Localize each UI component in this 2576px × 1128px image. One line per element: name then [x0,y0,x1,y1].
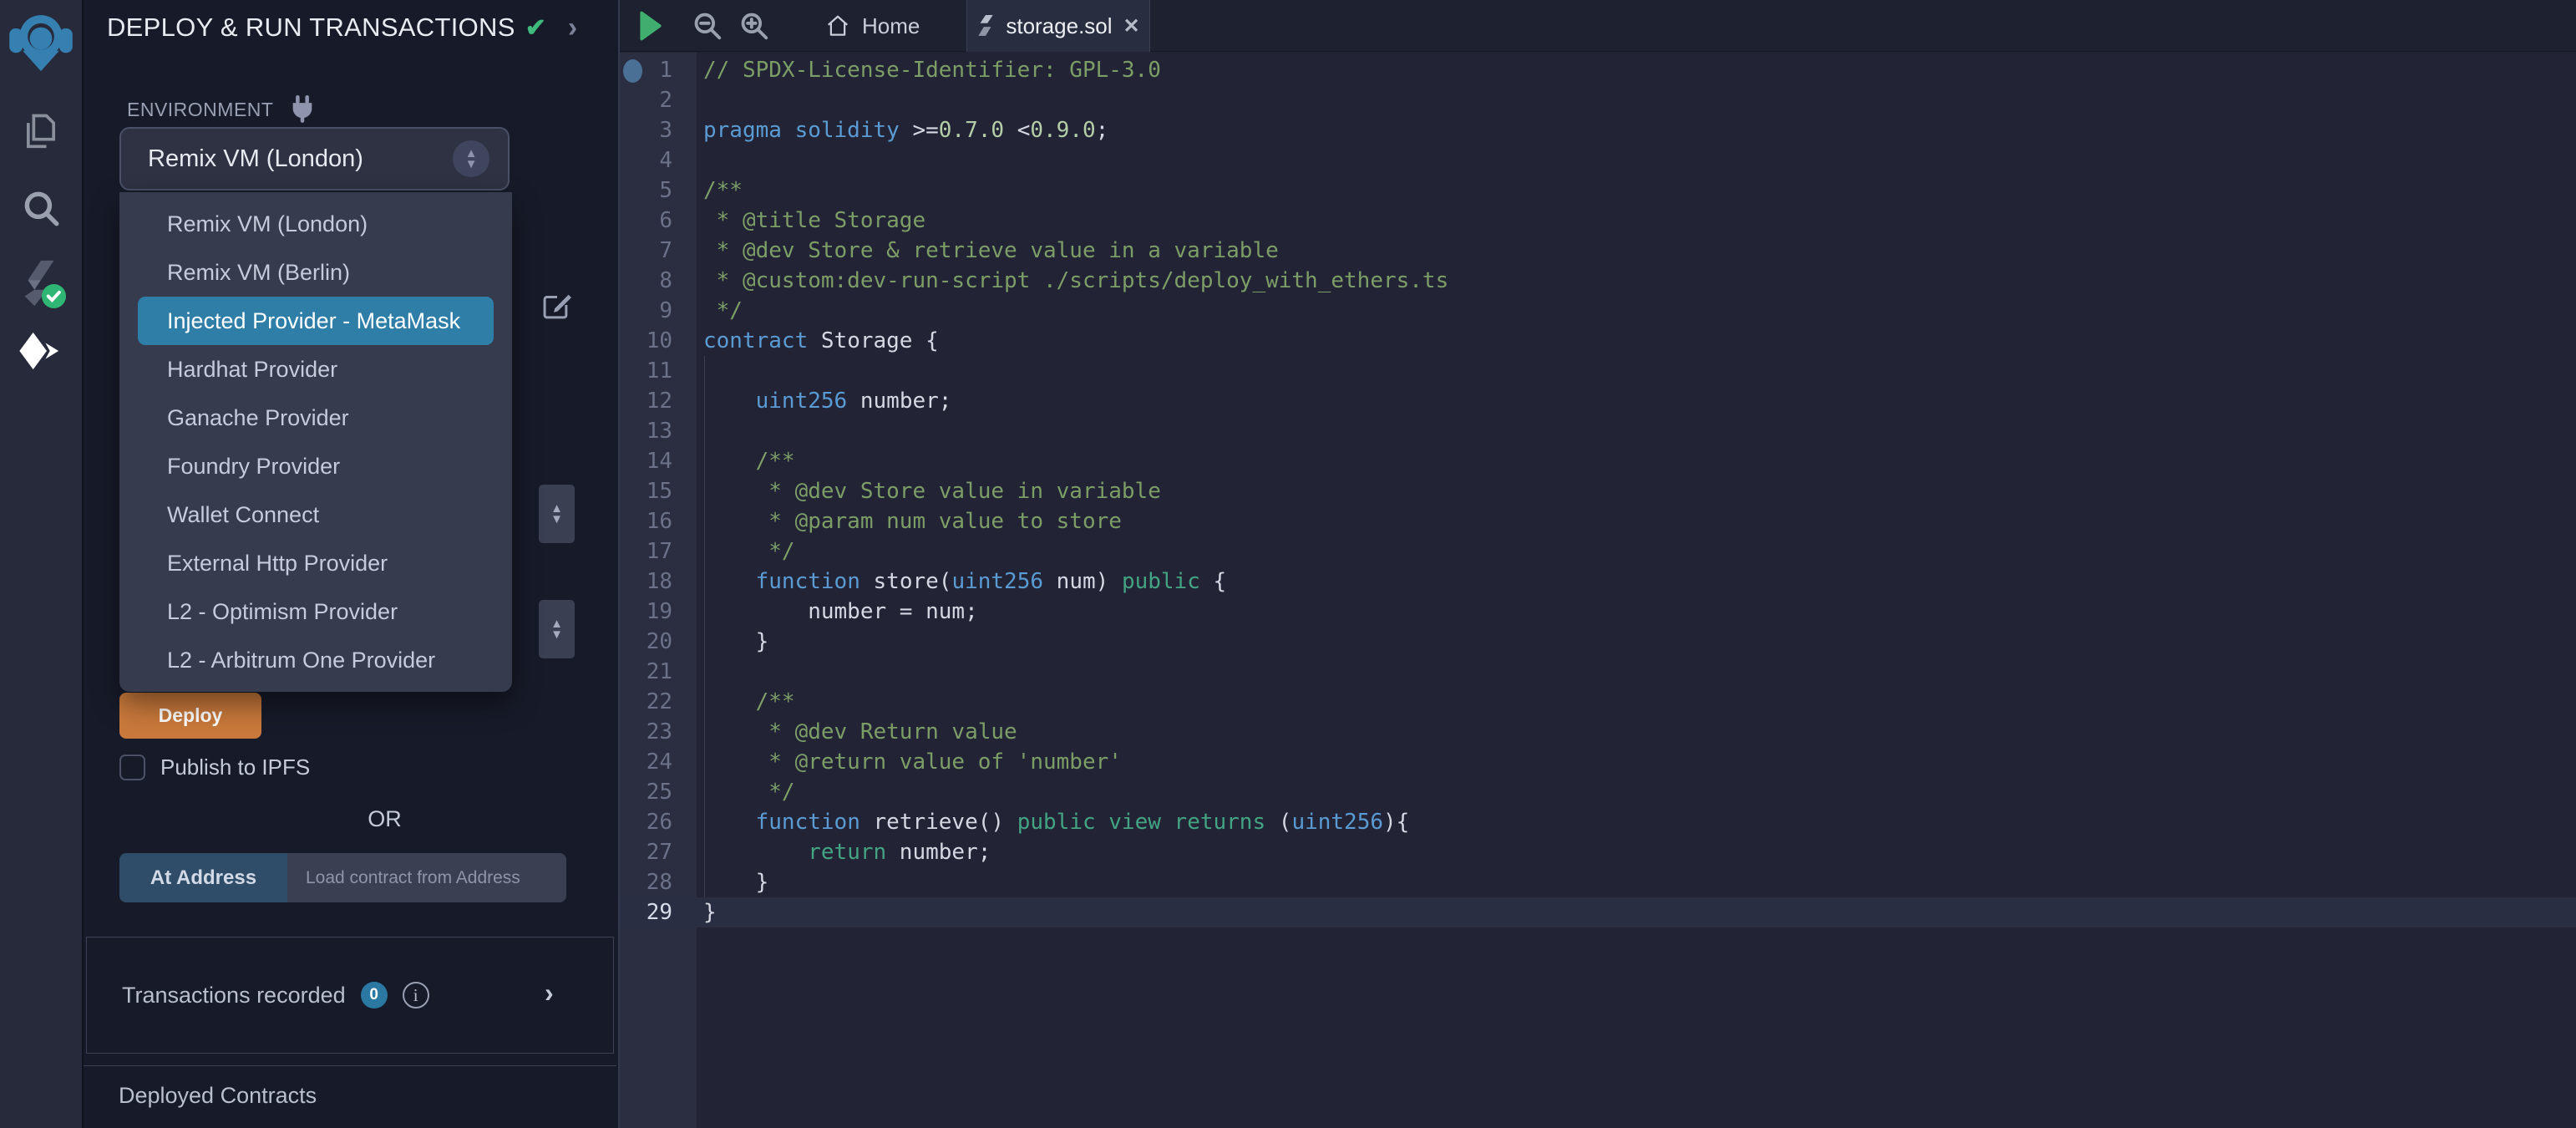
tab-label: storage.sol [1006,13,1113,38]
publish-ipfs-label: Publish to IPFS [160,755,311,780]
transactions-expand-chevron-icon[interactable]: › [545,979,554,1006]
environment-selected-value: Remix VM (London) [148,145,363,172]
code-line: 10 contract Storage { [646,328,939,353]
compile-success-check-icon: ✔ [525,13,546,42]
solidity-file-icon [978,15,994,36]
environment-select[interactable]: Remix VM (London) ▲ ▼ [119,127,510,191]
code-line: 13 [646,419,672,444]
code-line: 24 * @return value of 'number' [646,749,1122,775]
code-line: 27 return number; [646,840,991,865]
code-line: 19 number = num; [646,599,978,624]
code-line: 4 [659,148,672,173]
environment-option[interactable]: Ganache Provider [119,394,512,442]
solidity-compiler-icon [24,260,67,309]
deploy-run-panel: DEPLOY & RUN TRANSACTIONS ✔ › ENVIRONMEN… [84,0,644,1128]
environment-option[interactable]: Wallet Connect [119,490,512,539]
collapse-panel-chevron-icon[interactable]: › [568,13,577,42]
code-line: 3 pragma solidity >=0.7.0 <0.9.0; [659,118,1109,143]
code-line: 22 /** [646,689,795,714]
or-divider: OR [368,806,402,831]
code-line: 21 [646,659,672,684]
code-line: 28 } [646,870,769,895]
zoom-in-icon [741,13,768,40]
environment-dropdown-menu: Remix VM (London) Remix VM (Berlin) Inject… [119,192,512,692]
code-line: 25 */ [646,780,795,805]
editor-tab-bar: Home storage.sol ✕ [620,0,2576,52]
home-icon [828,15,848,36]
code-lines[interactable]: 1// SPDX-License-Identifier: GPL-3.0 2 3 pr… [620,55,2576,927]
code-line: 5/** [659,178,743,203]
code-line: 12 uint256 number; [646,389,952,414]
code-line: 9 */ [659,298,743,323]
transactions-recorded-section: Transactions recorded 0 i › [86,937,614,1054]
tab-storage-sol[interactable]: storage.sol ✕ [966,0,1150,52]
environment-option[interactable]: L2 - Optimism Provider [119,587,512,636]
activity-bar [0,0,84,1128]
deploy-and-run-icon [19,332,63,370]
sidebar-item-solidity-compiler[interactable] [0,257,82,309]
environment-option[interactable]: Remix VM (Berlin) [119,248,512,297]
tab-label: Home [862,13,920,38]
remix-logo-icon [9,15,73,72]
sidebar-item-search[interactable] [0,187,82,229]
page-title: DEPLOY & RUN TRANSACTIONS [107,13,515,42]
environment-label: ENVIRONMENT [127,98,274,120]
transactions-recorded-label: Transactions recorded [122,982,346,1008]
zoom-out-icon [694,13,722,40]
tab-home[interactable]: Home [812,0,933,52]
zoom-in-button[interactable] [738,0,770,52]
search-icon [24,191,59,226]
code-line: 20 } [646,629,769,654]
at-address-button[interactable]: At Address [119,853,287,902]
code-line: 16 * @param num value to store [646,509,1122,534]
code-line: 23 * @dev Return value [646,719,1017,744]
plug-icon [293,95,312,123]
play-icon [640,11,662,41]
sidebar-item-file-explorer[interactable] [0,110,82,154]
publish-ipfs-checkbox[interactable] [119,755,145,780]
deploy-button[interactable]: Deploy [119,693,261,739]
environment-option[interactable]: L2 - Arbitrum One Provider [119,636,512,684]
select-updown-icon: ▲ ▼ [453,140,489,177]
panel-header: DEPLOY & RUN TRANSACTIONS ✔ › [107,8,577,47]
code-line: 8 * @custom:dev-run-script ./scripts/dep… [659,268,1449,293]
environment-option[interactable]: Foundry Provider [119,442,512,490]
environment-label-row: ENVIRONMENT [127,95,315,123]
transactions-info-icon[interactable]: i [402,982,429,1009]
code-line: 17 */ [646,539,795,564]
code-line: 2 [659,88,672,113]
code-editor: Home storage.sol ✕ 1// SPDX-License-Iden… [618,0,2576,1128]
code-line: 29} [620,897,2576,927]
code-line: 14 /** [646,449,795,474]
code-line: 15 * @dev Store value in variable [646,479,1161,504]
sidebar-item-deploy-and-run[interactable] [0,331,82,371]
environment-option[interactable]: External Http Provider [119,539,512,587]
code-line: 1// SPDX-License-Identifier: GPL-3.0 [659,58,1161,83]
value-stepper[interactable]: ▲ ▼ [539,600,575,658]
at-address-row: At Address [119,853,566,902]
edit-environment-icon[interactable] [541,289,573,325]
code-line: 7 * @dev Store & retrieve value in a var… [659,238,1279,263]
environment-option[interactable]: Injected Provider - MetaMask [138,297,494,345]
zoom-out-button[interactable] [692,0,723,52]
code-line: 18 function store(uint256 num) public { [646,569,1227,594]
code-line: 11 [646,358,672,384]
environment-option[interactable]: Remix VM (London) [119,200,512,248]
gas-limit-stepper[interactable]: ▲ ▼ [539,485,575,543]
code-line: 6 * @title Storage [659,208,926,233]
remix-logo[interactable] [0,10,82,75]
publish-to-ipfs-row: Publish to IPFS [119,755,310,780]
code-line: 26 function retrieve() public view retur… [646,810,1410,835]
at-address-input[interactable] [287,853,566,902]
deployed-contracts-label: Deployed Contracts [119,1083,317,1108]
close-tab-icon[interactable]: ✕ [1123,14,1140,38]
section-divider [84,1065,616,1066]
file-explorer-icon [26,114,56,149]
transactions-count-badge: 0 [360,982,388,1009]
environment-option[interactable]: Hardhat Provider [119,345,512,394]
run-script-button[interactable] [638,0,663,52]
